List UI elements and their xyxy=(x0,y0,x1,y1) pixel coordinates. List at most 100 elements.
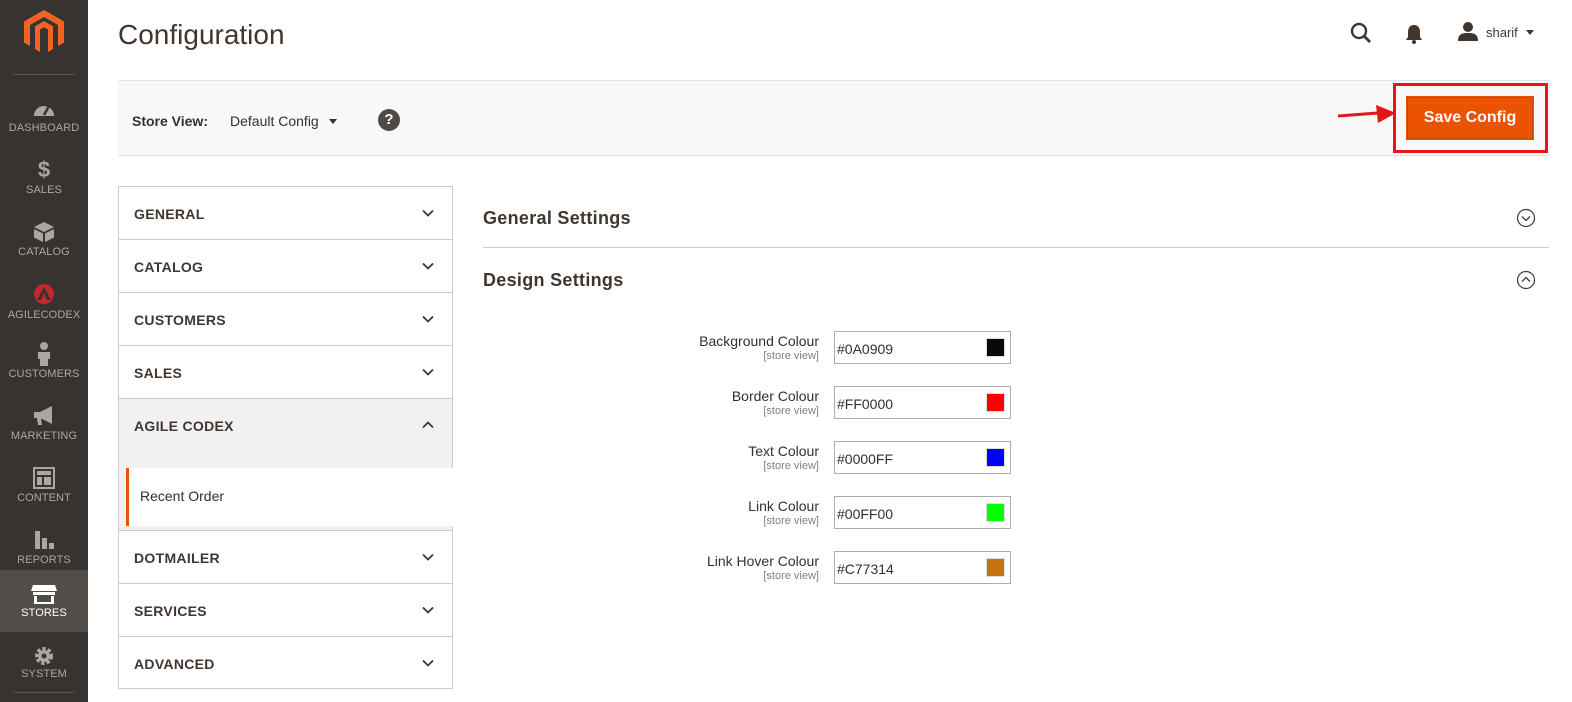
magento-logo[interactable] xyxy=(24,10,64,54)
search-icon[interactable] xyxy=(1350,22,1372,44)
tab-agile-codex[interactable]: AGILE CODEX xyxy=(118,398,453,460)
gear-icon xyxy=(35,647,53,665)
subtab-active-indicator: Recent Order xyxy=(126,468,454,526)
tab-services[interactable]: SERVICES xyxy=(118,583,453,636)
field-scope: [store view] xyxy=(763,570,819,582)
chevron-down-icon xyxy=(422,209,434,217)
chevron-down-icon xyxy=(422,262,434,270)
field-label: Background Colour xyxy=(699,333,819,349)
color-value: #FF0000 xyxy=(837,396,894,412)
nav-label: CONTENT xyxy=(17,492,71,504)
tab-customers[interactable]: CUSTOMERS xyxy=(118,292,453,345)
nav-label: MARKETING xyxy=(10,430,78,442)
section-design-settings[interactable]: Design Settings xyxy=(483,248,1549,310)
nav-item-agilecodex[interactable]: AGILECODEX xyxy=(0,272,88,334)
color-swatch[interactable] xyxy=(986,393,1005,412)
field-scope: [store view] xyxy=(763,350,819,362)
nav-label: SALES xyxy=(26,184,62,196)
field-label: Link Colour xyxy=(748,498,819,514)
field-scope: [store view] xyxy=(763,460,819,472)
tab-label: SALES xyxy=(134,365,183,381)
config-tabs: GENERAL CATALOG CUSTOMERS SALES AGILE CO… xyxy=(118,186,454,689)
cube-icon xyxy=(34,222,54,242)
dollar-icon: $ xyxy=(37,157,51,182)
color-swatch[interactable] xyxy=(986,338,1005,357)
section-title: General Settings xyxy=(483,208,631,228)
nav-divider xyxy=(13,692,75,693)
section-general-settings[interactable]: General Settings xyxy=(483,186,1549,248)
person-icon xyxy=(38,342,50,366)
color-value: #00FF00 xyxy=(837,506,894,522)
tab-advanced[interactable]: ADVANCED xyxy=(118,636,453,689)
color-value: #0A0909 xyxy=(837,341,894,357)
expand-circle-icon xyxy=(1516,208,1536,228)
color-value: #C77314 xyxy=(837,561,894,577)
bar-chart-icon xyxy=(35,531,54,549)
color-input[interactable]: #0A0909 xyxy=(834,331,1011,364)
user-name: sharif xyxy=(1486,24,1518,40)
collapse-circle-icon xyxy=(1516,270,1536,290)
color-swatch[interactable] xyxy=(986,558,1005,577)
field-label: Text Colour xyxy=(748,443,819,459)
color-swatch[interactable] xyxy=(986,503,1005,522)
color-input[interactable]: #00FF00 xyxy=(834,496,1011,529)
bell-icon[interactable] xyxy=(1404,24,1424,44)
nav-label: CUSTOMERS xyxy=(8,368,80,380)
chevron-down-icon xyxy=(1525,29,1534,35)
nav-item-sales[interactable]: $ SALES xyxy=(0,148,88,210)
tab-sales[interactable]: SALES xyxy=(118,345,453,398)
color-field-row: Background Colour [store view] #0A0909 xyxy=(600,331,1020,371)
color-value: #0000FF xyxy=(837,451,894,467)
color-input[interactable]: #C77314 xyxy=(834,551,1011,584)
field-scope: [store view] xyxy=(763,515,819,527)
tab-label: ADVANCED xyxy=(134,656,215,672)
color-field-row: Border Colour [store view] #FF0000 xyxy=(600,386,1020,426)
user-icon xyxy=(1458,22,1478,41)
tab-catalog[interactable]: CATALOG xyxy=(118,239,453,292)
admin-sidebar: DASHBOARD $ SALES CATALOG AGILECODEX CUS… xyxy=(0,0,88,702)
nav-label: DASHBOARD xyxy=(8,122,80,134)
store-view-switcher[interactable]: Default Config xyxy=(230,113,337,129)
user-menu[interactable]: sharif xyxy=(1458,22,1534,42)
page-title: Configuration xyxy=(118,19,285,50)
tab-label: CUSTOMERS xyxy=(134,312,226,328)
nav-item-dashboard[interactable]: DASHBOARD xyxy=(0,86,88,148)
color-swatch[interactable] xyxy=(986,448,1005,467)
subtab-label: Recent Order xyxy=(140,488,225,504)
nav-item-content[interactable]: CONTENT xyxy=(0,456,88,518)
store-view-value: Default Config xyxy=(230,113,319,129)
nav-label: CATALOG xyxy=(18,246,70,258)
nav-label: AGILECODEX xyxy=(7,309,81,321)
tab-label: GENERAL xyxy=(134,206,205,222)
color-input[interactable]: #0000FF xyxy=(834,441,1011,474)
tab-label: AGILE CODEX xyxy=(134,418,234,434)
store-view-label: Store View: xyxy=(132,113,208,129)
color-field-row: Text Colour [store view] #0000FF xyxy=(600,441,1020,481)
dashboard-icon xyxy=(34,105,54,116)
tab-label: DOTMAILER xyxy=(134,550,220,566)
color-field-row: Link Colour [store view] #00FF00 xyxy=(600,496,1020,536)
nav-item-catalog[interactable]: CATALOG xyxy=(0,210,88,272)
annotation-arrow-icon xyxy=(1338,105,1396,123)
section-title: Design Settings xyxy=(483,270,624,290)
tab-general[interactable]: GENERAL xyxy=(118,186,453,239)
save-config-button[interactable]: Save Config xyxy=(1406,96,1534,140)
chevron-down-icon xyxy=(422,553,434,561)
subtab-recent-order[interactable]: Recent Order xyxy=(118,460,454,530)
chevron-down-icon xyxy=(422,315,434,323)
chevron-down-icon xyxy=(328,118,337,124)
nav-item-customers[interactable]: CUSTOMERS xyxy=(0,332,88,394)
field-label: Link Hover Colour xyxy=(706,553,819,569)
field-scope: [store view] xyxy=(763,405,819,417)
nav-item-marketing[interactable]: MARKETING xyxy=(0,394,88,456)
nav-item-stores[interactable]: STORES xyxy=(0,570,88,632)
megaphone-icon xyxy=(34,406,52,425)
tab-label: CATALOG xyxy=(134,259,204,275)
nav-label: STORES xyxy=(21,607,67,619)
tab-dotmailer[interactable]: DOTMAILER xyxy=(118,530,453,583)
color-input[interactable]: #FF0000 xyxy=(834,386,1011,419)
chevron-down-icon xyxy=(422,606,434,614)
help-icon[interactable]: ? xyxy=(378,109,400,131)
nav-divider xyxy=(13,74,75,75)
field-label: Border Colour xyxy=(731,388,819,404)
